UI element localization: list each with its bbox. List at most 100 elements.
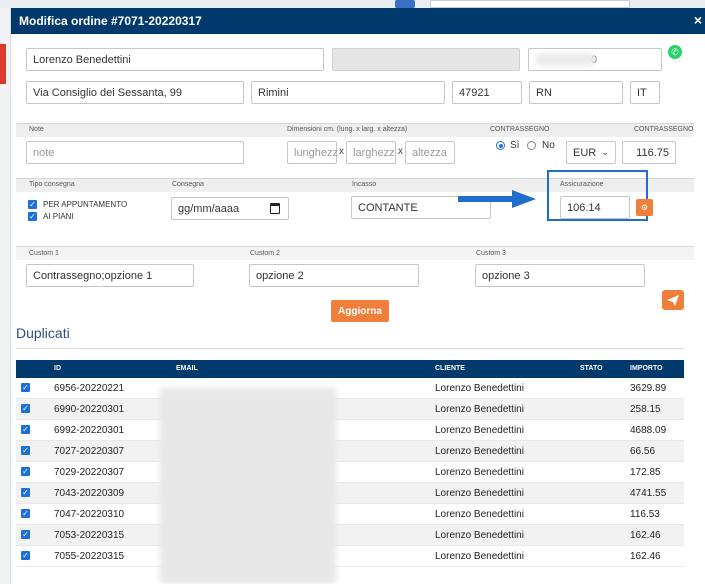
tipo-consegna-label: Tipo consegna [29, 181, 75, 188]
note-label: Note [29, 126, 44, 133]
radio-no[interactable] [527, 141, 536, 150]
row-cliente: Lorenzo Benedettini [435, 446, 524, 457]
row-importo: 3629.89 [630, 383, 667, 394]
calendar-icon[interactable] [270, 203, 280, 214]
aggiorna-button[interactable]: Aggiorna [331, 300, 389, 322]
custom2-input[interactable]: opzione 2 [249, 264, 419, 287]
row-checkbox[interactable]: ✓ [21, 551, 30, 560]
contrassegno-amount-label: CONTRASSEGNO [634, 126, 694, 133]
checkbox-appuntamento[interactable]: ✓ [28, 200, 37, 209]
custom2-label: Custom 2 [250, 250, 280, 257]
backdrop-field [430, 0, 630, 8]
city-field[interactable]: Rimini [251, 81, 445, 104]
row-importo: 4688.09 [630, 425, 667, 436]
row-checkbox[interactable]: ✓ [21, 467, 30, 476]
table-row[interactable]: ✓ 7053-20220315 Lorenzo Benedettini 162.46 [16, 525, 684, 546]
dimensions-label: Dimensioni cm. (lung. x larg. x altezza) [287, 126, 408, 133]
address-field[interactable]: Via Consiglio dei Sessanta, 99 [26, 81, 244, 104]
row-cliente: Lorenzo Benedettini [435, 404, 524, 415]
row-checkbox[interactable]: ✓ [21, 488, 30, 497]
zip-field[interactable]: 47921 [452, 81, 522, 104]
divider [16, 348, 684, 349]
row-id: 7029-20220307 [54, 467, 125, 478]
whatsapp-icon[interactable]: ✆ [668, 45, 682, 59]
country-field[interactable]: IT [630, 81, 660, 104]
col-stato[interactable]: STATO [580, 365, 603, 372]
currency-value: EUR [573, 146, 597, 159]
row-id: 7055-20220315 [54, 551, 125, 562]
assicurazione-input[interactable]: 106.14 [560, 196, 630, 219]
redacted-field[interactable] [332, 48, 520, 71]
row-importo: 116.53 [630, 509, 660, 520]
customer-name-field[interactable]: Lorenzo Benedettini [26, 48, 324, 71]
table-row[interactable]: ✓ 6992-20220301 Lorenzo Benedettini 4688.09 [16, 420, 684, 441]
row-importo: 4741.55 [630, 488, 667, 499]
custom-label-band [16, 246, 694, 260]
radio-si-label: Sì [510, 140, 520, 151]
phone-redaction [536, 53, 594, 66]
table-row[interactable]: ✓ 7027-20220307 Lorenzo Benedettini 66.56 [16, 441, 684, 462]
col-id[interactable]: ID [54, 365, 61, 372]
row-checkbox[interactable]: ✓ [21, 530, 30, 539]
duplicati-table: ID EMAIL CLIENTE STATO IMPORTO ✓ 6956-202… [16, 360, 684, 567]
row-checkbox[interactable]: ✓ [21, 383, 30, 392]
row-importo: 66.56 [630, 446, 656, 457]
note-input[interactable]: note [26, 141, 244, 164]
row-cliente: Lorenzo Benedettini [435, 467, 524, 478]
table-row[interactable]: ✓ 7047-20220310 Lorenzo Benedettini 116.53 [16, 504, 684, 525]
contrassegno-amount-input[interactable]: 116.75 [622, 141, 676, 164]
row-cliente: Lorenzo Benedettini [435, 488, 524, 499]
row-id: 7047-20220310 [54, 509, 125, 520]
dimension-separator: x [339, 146, 344, 157]
row-checkbox[interactable]: ✓ [21, 509, 30, 518]
length-input[interactable]: lunghezz [287, 141, 338, 164]
email-redaction [160, 388, 336, 584]
page-left-strip [0, 8, 10, 584]
settings-button[interactable]: ⚙ [636, 199, 653, 216]
table-row[interactable]: ✓ 7029-20220307 Lorenzo Benedettini 172.85 [16, 462, 684, 483]
custom1-input[interactable]: Contrassegno;opzione 1 [26, 264, 194, 287]
province-field[interactable]: RN [529, 81, 623, 104]
table-row[interactable]: ✓ 6956-20220221 Lorenzo Benedettini 3629.89 [16, 378, 684, 399]
row-importo: 162.46 [630, 530, 661, 541]
close-icon[interactable]: × [694, 12, 702, 28]
send-button[interactable] [662, 290, 684, 310]
incasso-label: Incasso [352, 181, 377, 188]
appuntamento-label: PER APPUNTAMENTO [43, 200, 128, 209]
table-row[interactable]: ✓ 7055-20220315 Lorenzo Benedettini 162.46 [16, 546, 684, 567]
row-cliente: Lorenzo Benedettini [435, 509, 524, 520]
col-email[interactable]: EMAIL [176, 365, 198, 372]
page-backdrop [0, 0, 705, 8]
modal-title: Modifica ordine #7071-20220317 [19, 14, 202, 28]
custom3-label: Custom 3 [476, 250, 506, 257]
modal-header: Modifica ordine #7071-20220317 × [11, 8, 705, 34]
row-checkbox[interactable]: ✓ [21, 404, 30, 413]
custom1-label: Custom 1 [29, 250, 59, 257]
row-cliente: Lorenzo Benedettini [435, 551, 524, 562]
row-id: 7043-20220309 [54, 488, 125, 499]
delivery-date-input[interactable]: gg/mm/aaaa [171, 197, 289, 220]
row-id: 6992-20220301 [54, 425, 125, 436]
radio-no-label: No [542, 140, 555, 151]
row-checkbox[interactable]: ✓ [21, 446, 30, 455]
paper-plane-icon [667, 294, 679, 306]
backdrop-button [395, 0, 415, 8]
piani-label: AI PIANI [43, 212, 74, 221]
table-row[interactable]: ✓ 6990-20220301 Lorenzo Benedettini 258.15 [16, 399, 684, 420]
checkbox-piani[interactable]: ✓ [28, 212, 37, 221]
col-cliente[interactable]: CLIENTE [435, 365, 465, 372]
custom3-input[interactable]: opzione 3 [475, 264, 645, 287]
row-importo: 172.85 [630, 467, 661, 478]
date-placeholder: gg/mm/aaaa [178, 202, 240, 215]
radio-si[interactable] [496, 141, 505, 150]
duplicati-title: Duplicati [16, 325, 70, 341]
height-input[interactable]: altezza [405, 141, 455, 164]
table-row[interactable]: ✓ 7043-20220309 Lorenzo Benedettini 4741.55 [16, 483, 684, 504]
contrassegno-label: CONTRASSEGNO [490, 126, 550, 133]
currency-select[interactable]: EUR ⌄ [566, 141, 616, 164]
col-importo[interactable]: IMPORTO [630, 365, 663, 372]
width-input[interactable]: larghezz [346, 141, 396, 164]
row-checkbox[interactable]: ✓ [21, 425, 30, 434]
dimension-separator: x [398, 146, 403, 157]
row-importo: 258.15 [630, 404, 661, 415]
